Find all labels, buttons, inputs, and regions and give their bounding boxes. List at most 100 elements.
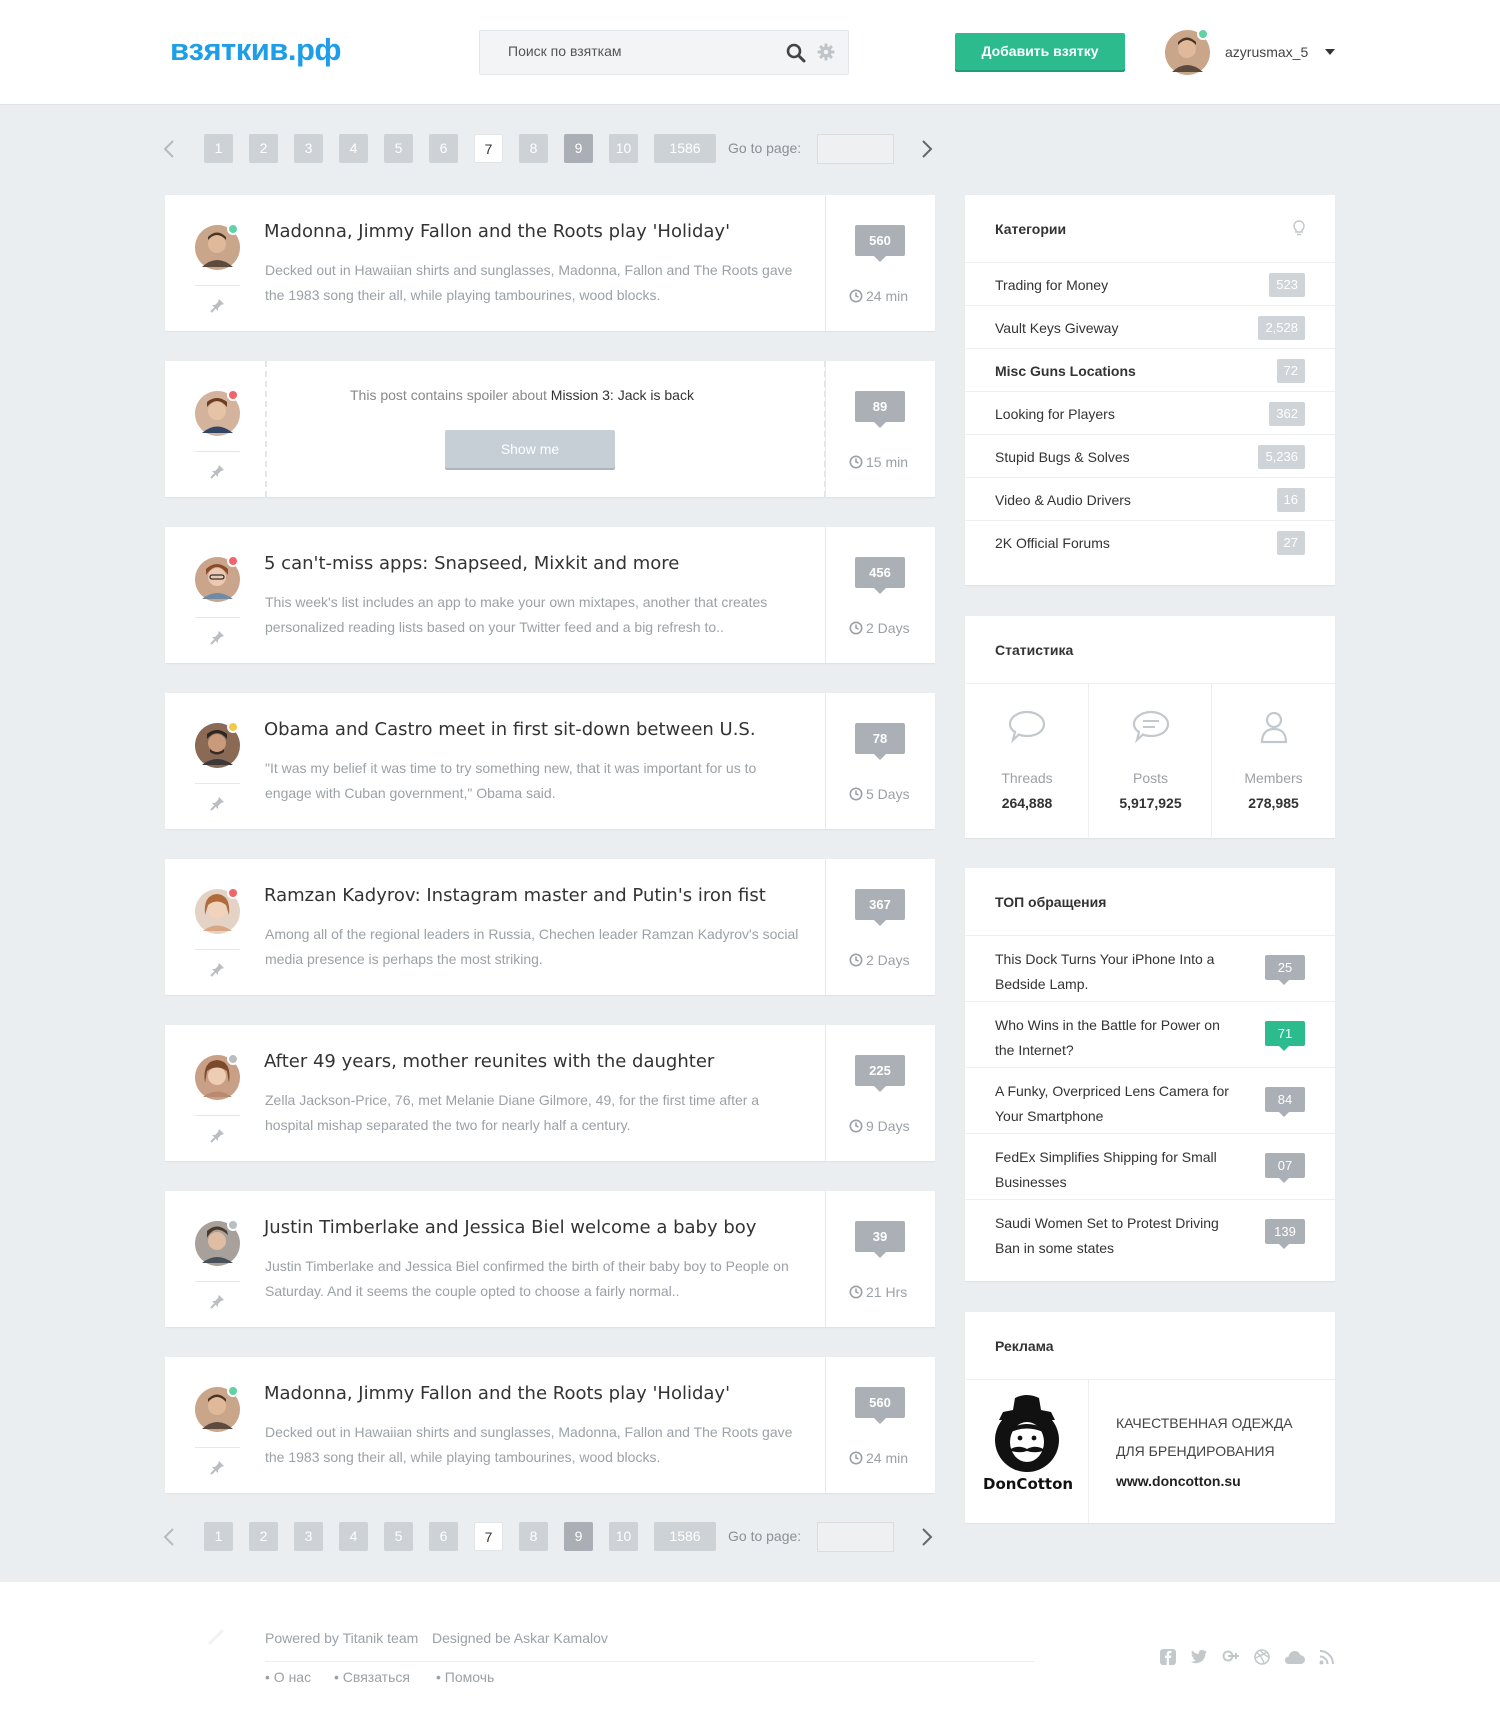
stat-threads: Threads 264,888 xyxy=(965,684,1089,837)
ad-text: КАЧЕСТВЕННАЯ ОДЕЖДА xyxy=(1116,1415,1293,1431)
twitter-icon[interactable] xyxy=(1190,1649,1208,1665)
thread-title[interactable]: Ramzan Kadyrov: Instagram master and Put… xyxy=(264,885,824,906)
page-button[interactable]: 5 xyxy=(384,1522,413,1551)
category-item-active[interactable]: Misc Guns Locations 72 xyxy=(965,349,1335,392)
page-button[interactable]: 10 xyxy=(609,1522,638,1551)
ad-brand-name: DonCotton xyxy=(983,1475,1074,1493)
thread-title[interactable]: Madonna, Jimmy Fallon and the Roots play… xyxy=(264,1383,824,1404)
pin-icon[interactable] xyxy=(210,630,225,645)
page-button-last[interactable]: 1586 xyxy=(654,134,716,163)
top-thread-item[interactable]: Saudi Women Set to Protest Driving Ban i… xyxy=(965,1200,1335,1266)
thread-card[interactable]: Madonna, Jimmy Fallon and the Roots play… xyxy=(165,1357,935,1493)
thread-title[interactable]: Justin Timberlake and Jessica Biel welco… xyxy=(264,1217,824,1238)
goto-page-input[interactable] xyxy=(817,1522,894,1552)
search-icon[interactable] xyxy=(786,43,806,63)
thread-card-spoiler[interactable]: This post contains spoiler about Mission… xyxy=(165,361,935,497)
thread-excerpt: Decked out in Hawaiian shirts and sungla… xyxy=(265,1424,793,1465)
thread-card[interactable]: Madonna, Jimmy Fallon and the Roots play… xyxy=(165,195,935,331)
lightbulb-icon[interactable] xyxy=(1293,220,1305,237)
page-button[interactable]: 1 xyxy=(204,1522,233,1551)
show-spoiler-button[interactable]: Show me xyxy=(445,430,615,468)
thread-card[interactable]: Ramzan Kadyrov: Instagram master and Put… xyxy=(165,859,935,995)
top-thread-item[interactable]: Who Wins in the Battle for Power on the … xyxy=(965,1002,1335,1068)
chevron-left-icon[interactable] xyxy=(163,1528,175,1546)
pin-icon[interactable] xyxy=(210,464,225,479)
chevron-left-icon[interactable] xyxy=(163,140,175,158)
user-avatar[interactable] xyxy=(1165,30,1210,75)
thread-card[interactable]: After 49 years, mother reunites with the… xyxy=(165,1025,935,1161)
top-thread-count: 25 xyxy=(1265,955,1305,985)
clock-icon xyxy=(849,1119,863,1133)
thread-card[interactable]: Obama and Castro meet in first sit-down … xyxy=(165,693,935,829)
chevron-down-icon[interactable] xyxy=(1325,49,1335,55)
chevron-right-icon[interactable] xyxy=(921,1528,933,1546)
page-button[interactable]: 9 xyxy=(564,134,593,163)
page-button[interactable]: 4 xyxy=(339,1522,368,1551)
panel-title: Реклама xyxy=(995,1338,1054,1354)
footer-link-about[interactable]: • О нас xyxy=(265,1669,311,1685)
page-button[interactable]: 1 xyxy=(204,134,233,163)
category-item[interactable]: Trading for Money 523 xyxy=(965,263,1335,306)
google-plus-icon[interactable] xyxy=(1222,1649,1240,1665)
ad-link[interactable]: www.doncotton.su xyxy=(1116,1473,1241,1489)
page-button[interactable]: 6 xyxy=(429,134,458,163)
thread-card[interactable]: Justin Timberlake and Jessica Biel welco… xyxy=(165,1191,935,1327)
thread-title[interactable]: Obama and Castro meet in first sit-down … xyxy=(264,719,824,740)
page-button[interactable]: 2 xyxy=(249,134,278,163)
categories-panel: Категории Trading for Money 523 Vault Key… xyxy=(965,195,1335,585)
page-button[interactable]: 8 xyxy=(519,134,548,163)
chevron-right-icon[interactable] xyxy=(921,140,933,158)
pin-icon[interactable] xyxy=(210,298,225,313)
category-item[interactable]: 2K Official Forums 27 xyxy=(965,521,1335,564)
category-count: 5,236 xyxy=(1258,445,1305,469)
comment-icon xyxy=(1132,710,1170,744)
page-button[interactable]: 10 xyxy=(609,134,638,163)
dribbble-icon[interactable] xyxy=(1254,1649,1270,1665)
category-item[interactable]: Video & Audio Drivers 16 xyxy=(965,478,1335,521)
site-logo[interactable]: взяткив.рф xyxy=(170,32,342,68)
page-button[interactable]: 2 xyxy=(249,1522,278,1551)
facebook-icon[interactable] xyxy=(1160,1649,1176,1665)
page-button[interactable]: 5 xyxy=(384,134,413,163)
rss-icon[interactable] xyxy=(1319,1649,1335,1665)
page-button[interactable]: 8 xyxy=(519,1522,548,1551)
thread-time: 24 min xyxy=(849,1450,908,1466)
page-button[interactable]: 6 xyxy=(429,1522,458,1551)
goto-page-input[interactable] xyxy=(817,134,894,164)
add-bribe-button[interactable]: Добавить взятку xyxy=(955,33,1125,70)
category-item[interactable]: Looking for Players 362 xyxy=(965,392,1335,435)
category-item[interactable]: Stupid Bugs & Solves 5,236 xyxy=(965,435,1335,478)
thread-title[interactable]: 5 can't-miss apps: Snapseed, Mixkit and … xyxy=(264,553,824,574)
page-button[interactable]: 3 xyxy=(294,134,323,163)
footer-logo-icon xyxy=(207,1628,225,1646)
footer-link-contact[interactable]: • Связаться xyxy=(334,1669,410,1685)
page-button[interactable]: 3 xyxy=(294,1522,323,1551)
page-button[interactable]: 4 xyxy=(339,134,368,163)
top-thread-item[interactable]: FedEx Simplifies Shipping for Small Busi… xyxy=(965,1134,1335,1200)
footer-link-help[interactable]: • Помочь xyxy=(436,1669,494,1685)
top-thread-item[interactable]: This Dock Turns Your iPhone Into a Bedsi… xyxy=(965,936,1335,1002)
search-input[interactable] xyxy=(508,43,778,59)
doncotton-logo[interactable] xyxy=(985,1392,1071,1474)
page-button-current[interactable]: 7 xyxy=(474,134,503,163)
status-dot xyxy=(227,1053,239,1065)
username[interactable]: azyrusmax_5 xyxy=(1225,44,1308,60)
top-thread-item[interactable]: A Funky, Overpriced Lens Camera for Your… xyxy=(965,1068,1335,1134)
ad-panel[interactable]: Реклама DonCotton КАЧЕСТВЕННАЯ ОДЕЖДА ДЛ… xyxy=(965,1312,1335,1523)
pin-icon[interactable] xyxy=(210,1294,225,1309)
gear-icon[interactable] xyxy=(817,43,835,61)
thread-card[interactable]: 5 can't-miss apps: Snapseed, Mixkit and … xyxy=(165,527,935,663)
category-item[interactable]: Vault Keys Giveway 2,528 xyxy=(965,306,1335,349)
thread-title[interactable]: Madonna, Jimmy Fallon and the Roots play… xyxy=(264,221,824,242)
page-button-last[interactable]: 1586 xyxy=(654,1522,716,1551)
thread-title[interactable]: After 49 years, mother reunites with the… xyxy=(264,1051,824,1072)
status-dot xyxy=(227,887,239,899)
page-button-current[interactable]: 7 xyxy=(474,1522,503,1551)
pin-icon[interactable] xyxy=(210,962,225,977)
pin-icon[interactable] xyxy=(210,1128,225,1143)
page-button[interactable]: 9 xyxy=(564,1522,593,1551)
cloud-icon[interactable] xyxy=(1284,1649,1306,1665)
category-count: 2,528 xyxy=(1258,316,1305,340)
pin-icon[interactable] xyxy=(210,796,225,811)
pin-icon[interactable] xyxy=(210,1460,225,1475)
